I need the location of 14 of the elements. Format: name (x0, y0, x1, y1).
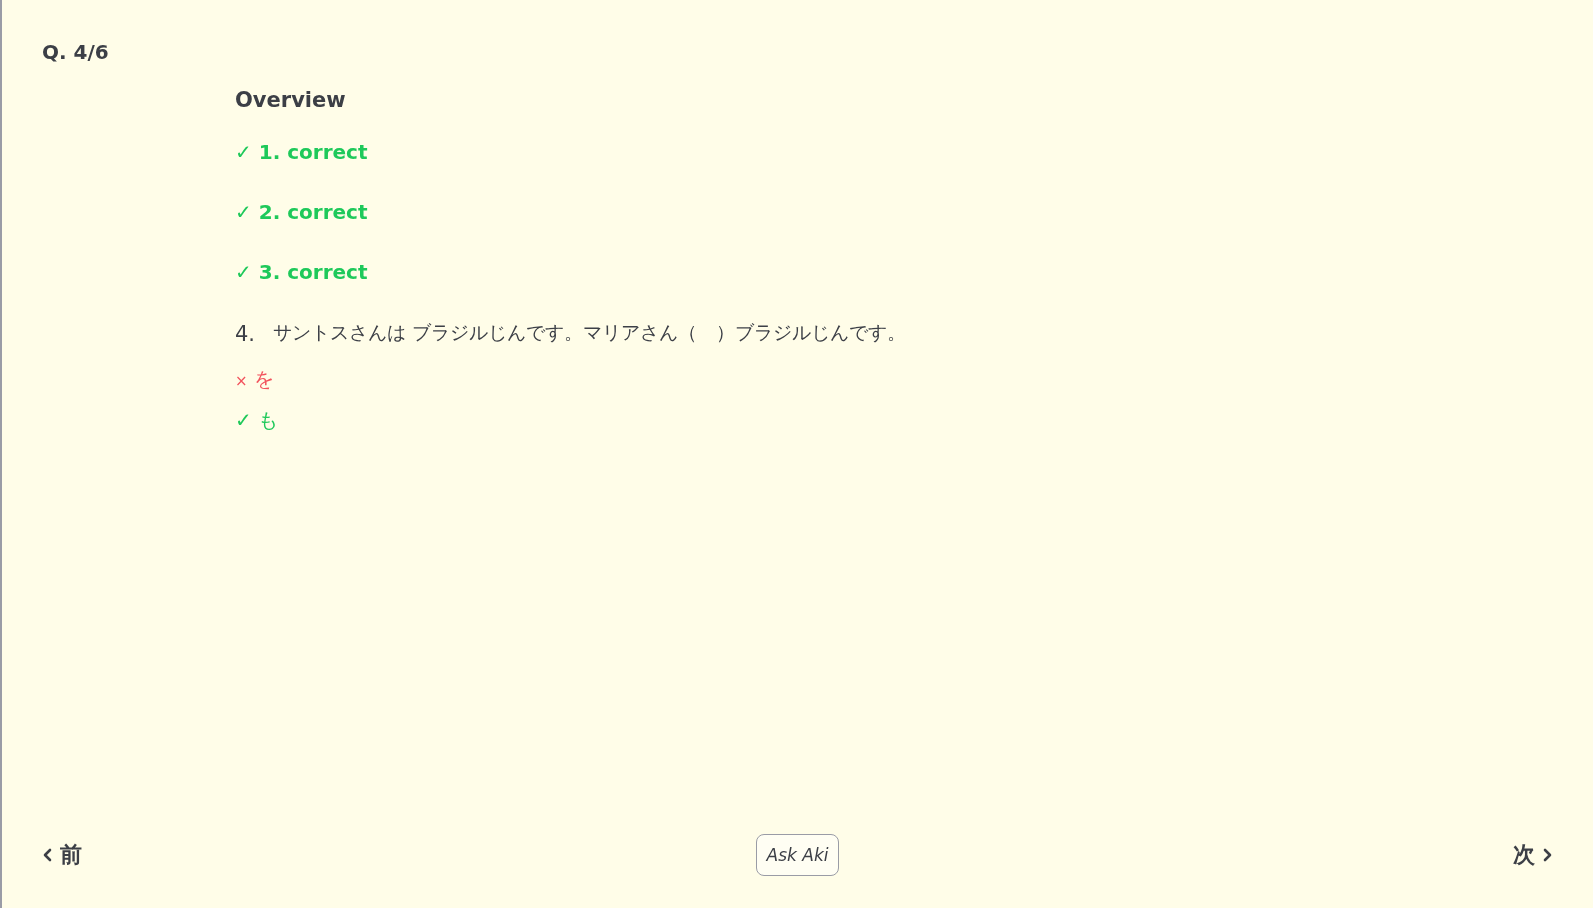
chevron-right-icon (1543, 848, 1553, 862)
previous-button[interactable]: 前 (42, 840, 82, 870)
result-line: ✓ 2. correct (235, 200, 368, 224)
question-counter: Q. 4/6 (42, 40, 109, 64)
question-text: サントスさんは ブラジルじんです。マリアさん（ ）ブラジルじんです。 (273, 320, 907, 345)
result-line: ✓ 3. correct (235, 260, 368, 284)
ask-aki-button[interactable]: Ask Aki (755, 834, 840, 876)
result-line: ✓ 1. correct (235, 140, 368, 164)
chevron-left-icon (42, 848, 52, 862)
question-number: 4. (235, 322, 256, 346)
answer-line: ✓ も (235, 407, 279, 434)
overview-heading: Overview (235, 88, 346, 112)
answer-line: × を (235, 366, 275, 393)
next-button[interactable]: 次 (1513, 840, 1553, 870)
